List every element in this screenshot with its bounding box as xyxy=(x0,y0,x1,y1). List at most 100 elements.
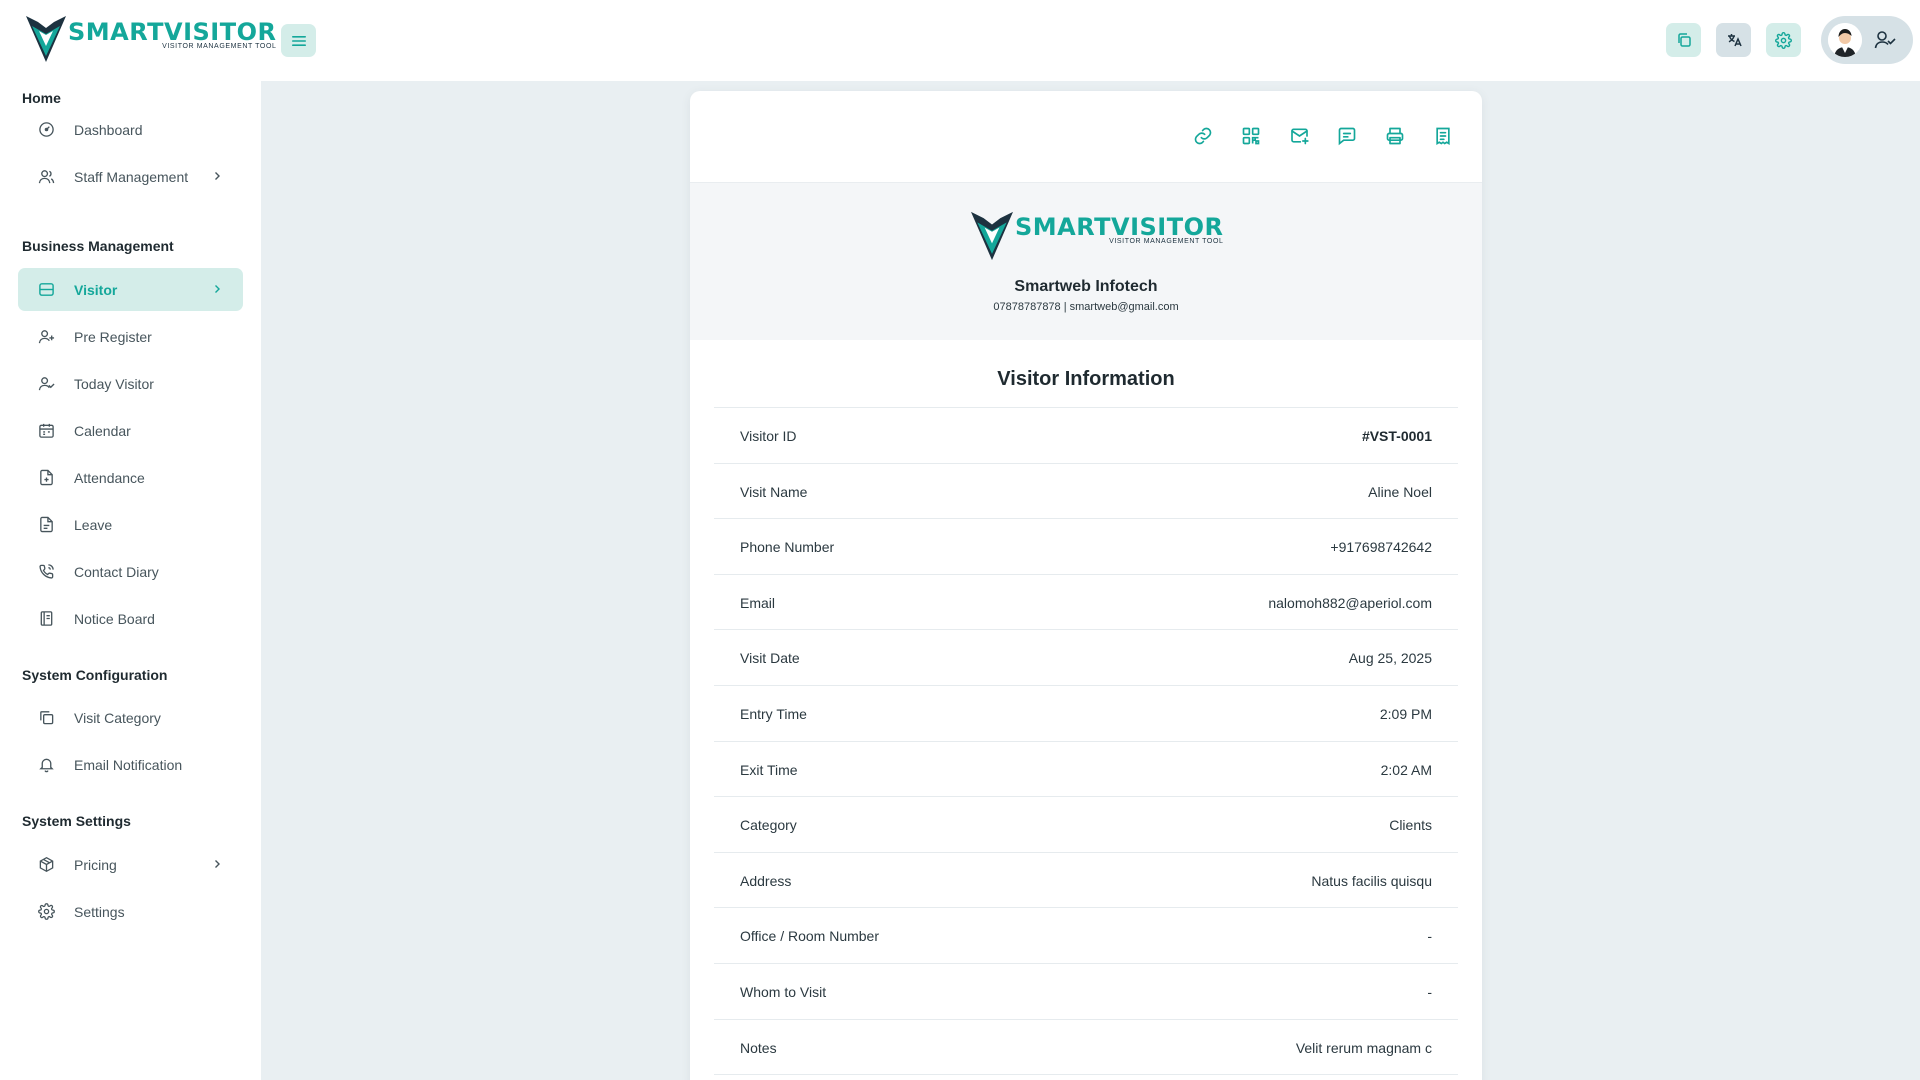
sidebar-item-dashboard[interactable]: Dashboard xyxy=(18,108,243,151)
sidebar-item-label: Today Visitor xyxy=(74,375,154,392)
sidebar-item-label: Pre Register xyxy=(74,328,152,345)
translate-icon xyxy=(1727,34,1742,47)
visitor-detail-card: SMARTVISITOR VISITOR MANAGEMENT TOOL Sma… xyxy=(690,91,1482,1080)
copy-icon xyxy=(1677,33,1691,47)
company-header: SMARTVISITOR VISITOR MANAGEMENT TOOL Sma… xyxy=(690,182,1482,340)
menu-toggle-button[interactable] xyxy=(281,24,316,57)
sidebar-item-label: Staff Management xyxy=(74,168,189,185)
sidebar-item-leave[interactable]: Leave xyxy=(18,503,243,546)
info-row-entry-time: Entry Time 2:09 PM xyxy=(714,686,1458,742)
qr-code-icon xyxy=(1242,127,1260,145)
sidebar-item-email-notification[interactable]: Email Notification xyxy=(18,743,243,786)
sidebar-item-label: Leave xyxy=(74,516,113,533)
company-contact: 07878787878 | smartweb@gmail.com xyxy=(993,301,1179,313)
calendar-icon xyxy=(39,423,54,438)
info-row-address: Address Natus facilis quisqu xyxy=(714,853,1458,909)
info-label: Phone Number xyxy=(740,539,835,556)
logo-wordmark: SMARTVISITOR xyxy=(1015,213,1224,241)
chevron-right-icon xyxy=(215,860,220,868)
info-value: #VST-0001 xyxy=(1361,428,1432,444)
sidebar-item-staff-management[interactable]: Staff Management xyxy=(18,155,243,198)
sidebar-item-calendar[interactable]: Calendar xyxy=(18,409,243,452)
user-check-icon xyxy=(38,377,55,391)
sidebar-item-today-visitor[interactable]: Today Visitor xyxy=(18,362,243,405)
sidebar-item-pricing[interactable]: Pricing xyxy=(18,843,243,886)
sidebar-item-label: Notice Board xyxy=(74,610,155,627)
user-menu-button[interactable] xyxy=(1821,16,1913,64)
info-label: Office / Room Number xyxy=(740,928,880,945)
top-bar: SMARTVISITOR VISITOR MANAGEMENT TOOL xyxy=(0,0,1920,81)
info-label: Visit Date xyxy=(740,650,800,667)
language-button[interactable] xyxy=(1716,23,1751,57)
info-row-notes: Notes Velit rerum magnam c xyxy=(714,1020,1458,1076)
avatar xyxy=(1828,23,1862,57)
sidebar-item-label: Contact Diary xyxy=(74,563,159,580)
copy-link-button[interactable] xyxy=(1192,125,1214,147)
chevron-right-icon xyxy=(215,285,220,293)
sidebar-item-pre-register[interactable]: Pre Register xyxy=(18,315,243,358)
info-value: Clients xyxy=(1389,817,1432,834)
sidebar-item-label: Email Notification xyxy=(74,756,183,773)
section-title: Visitor Information xyxy=(997,368,1175,390)
sidebar-item-label: Pricing xyxy=(74,856,117,873)
message-icon xyxy=(1338,127,1356,146)
sidebar-section-home: Home xyxy=(22,90,61,106)
info-value: 2:09 PM xyxy=(1379,705,1432,722)
copy-button[interactable] xyxy=(1666,23,1701,57)
gear-icon xyxy=(38,903,55,920)
send-message-button[interactable] xyxy=(1336,125,1358,147)
sidebar-item-visitor[interactable]: Visitor xyxy=(18,268,243,311)
sidebar-item-label: Visitor xyxy=(74,281,118,298)
receipt-icon xyxy=(1436,127,1450,145)
user-avatar-icon xyxy=(1828,23,1862,57)
sidebar-section-system-configuration: System Configuration xyxy=(22,667,168,683)
info-row-office-room-number: Office / Room Number - xyxy=(714,908,1458,964)
sidebar-item-label: Settings xyxy=(74,903,125,920)
user-check-icon xyxy=(1874,31,1896,49)
sidebar-item-label: Calendar xyxy=(74,422,131,439)
info-row-visit-name: Visit Name Aline Noel xyxy=(714,464,1458,520)
phone-call-icon xyxy=(39,564,54,579)
sidebar-item-attendance[interactable]: Attendance xyxy=(18,456,243,499)
print-button[interactable] xyxy=(1384,125,1406,147)
logo-v-mark-icon xyxy=(26,16,66,62)
mail-send-icon xyxy=(1290,128,1309,145)
sidebar-item-settings[interactable]: Settings xyxy=(18,890,243,933)
sidebar: Home Dashboard Staff Management Business… xyxy=(0,81,261,1080)
chevron-right-icon xyxy=(215,172,220,180)
gauge-icon xyxy=(39,122,54,137)
info-value: Velit rerum magnam c xyxy=(1295,1039,1432,1056)
send-email-button[interactable] xyxy=(1288,125,1310,147)
file-icon xyxy=(40,516,53,533)
info-row-email: Email nalomoh882@aperiol.com xyxy=(714,575,1458,631)
info-label: Notes xyxy=(740,1039,777,1056)
sidebar-item-label: Visit Category xyxy=(74,709,161,726)
sidebar-item-notice-board[interactable]: Notice Board xyxy=(18,597,243,640)
hamburger-icon xyxy=(291,35,306,46)
info-label: Category xyxy=(740,817,797,834)
info-label: Email xyxy=(740,594,776,611)
visitor-info-list: Visitor ID #VST-0001 Visit Name Aline No… xyxy=(714,408,1458,1076)
info-label: Visitor ID xyxy=(740,428,797,444)
brand-logo[interactable]: SMARTVISITOR VISITOR MANAGEMENT TOOL xyxy=(26,16,277,62)
logo-v-mark-icon xyxy=(971,211,1013,261)
sidebar-item-visit-category[interactable]: Visit Category xyxy=(18,696,243,739)
sidebar-item-label: Attendance xyxy=(74,469,145,486)
settings-button[interactable] xyxy=(1766,23,1801,57)
receipt-button[interactable] xyxy=(1432,125,1454,147)
info-row-exit-time: Exit Time 2:02 AM xyxy=(714,742,1458,798)
sidebar-item-contact-diary[interactable]: Contact Diary xyxy=(18,550,243,593)
company-logo: SMARTVISITOR VISITOR MANAGEMENT TOOL xyxy=(971,211,1224,261)
info-row-whom-to-visit: Whom to Visit - xyxy=(714,964,1458,1020)
info-row-visitor-id: Visitor ID #VST-0001 xyxy=(714,408,1458,464)
user-plus-icon xyxy=(38,330,55,344)
info-label: Exit Time xyxy=(740,761,798,778)
qr-code-button[interactable] xyxy=(1240,125,1262,147)
info-label: Visit Name xyxy=(740,483,808,500)
sidebar-section-system-settings: System Settings xyxy=(22,813,131,829)
company-name: Smartweb Infotech xyxy=(1014,278,1158,295)
info-value: - xyxy=(1427,928,1432,945)
info-row-phone-number: Phone Number +917698742642 xyxy=(714,519,1458,575)
bell-icon xyxy=(39,758,54,773)
package-icon xyxy=(39,856,54,873)
